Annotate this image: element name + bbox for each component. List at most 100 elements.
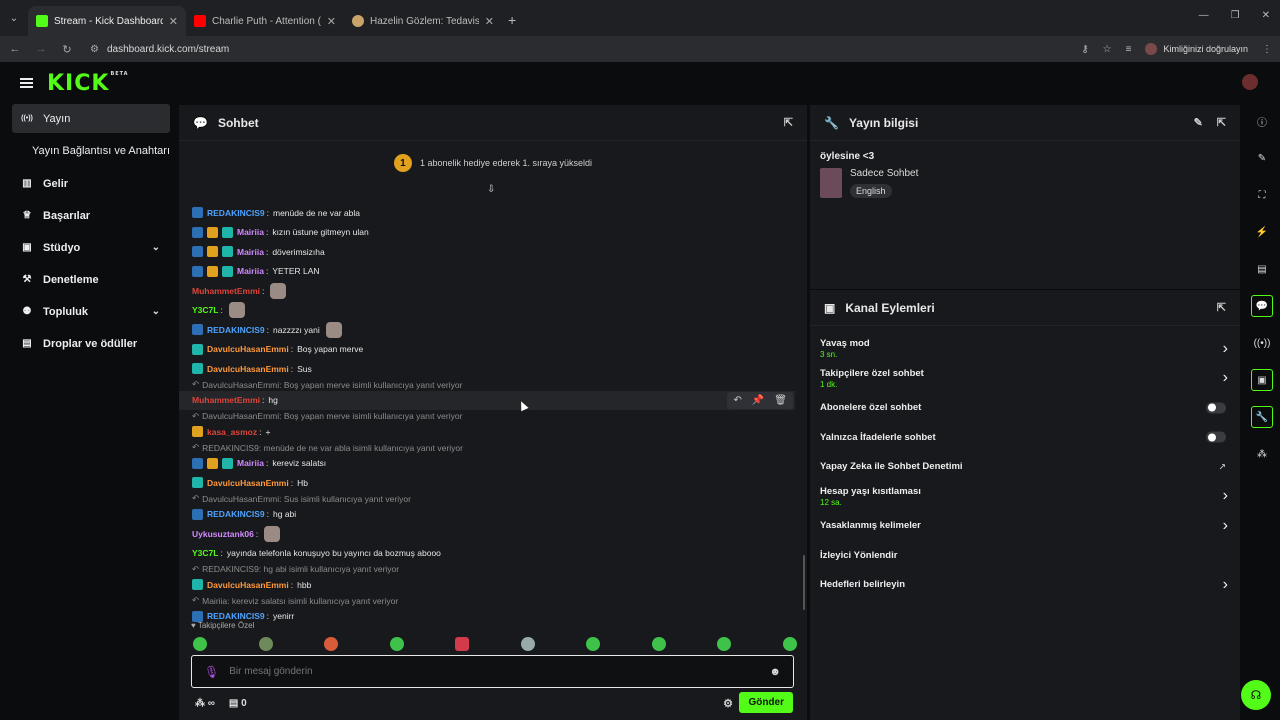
chat-message[interactable]: Mairiia: kereviz salatsı xyxy=(191,454,791,474)
sidebar-item-droplar[interactable]: ▤ Droplar ve ödüller xyxy=(12,329,170,358)
channel-action-row[interactable]: Yasaklanmış kelimeler › xyxy=(810,511,1240,541)
chat-message[interactable]: REDAKINCIS9: nazzzzı yani xyxy=(191,320,791,340)
sidebar-item-gelir[interactable]: ▥ Gelir xyxy=(12,169,170,198)
pin-icon[interactable]: 📌 xyxy=(752,395,764,406)
chat-username[interactable]: REDAKINCIS9 xyxy=(207,325,265,335)
popout-icon[interactable]: ⇱ xyxy=(1217,116,1226,129)
chat-username[interactable]: Mairiia xyxy=(237,458,264,468)
chat-username[interactable]: MuhammetEmmi xyxy=(192,395,260,405)
chat-username[interactable]: kasa_asmoz xyxy=(207,427,257,437)
chat-username[interactable]: Uykusuztank06 xyxy=(192,529,254,539)
chevron-right-icon[interactable]: › xyxy=(1223,340,1228,358)
sidebar-item-yayin[interactable]: ((•)) Yayın xyxy=(12,104,170,133)
chat-username[interactable]: DavulcuHasanEmmi xyxy=(207,364,289,374)
share-icon[interactable]: ⁂ xyxy=(1251,443,1273,465)
channel-action-row[interactable]: Hedefleri belirleyin › xyxy=(810,570,1240,600)
profile-button[interactable]: Kimliğinizi doğrulayın xyxy=(1145,43,1248,55)
channel-action-row[interactable]: Yapay Zeka ile Sohbet Denetimi ↗ xyxy=(810,452,1240,482)
channel-action-row[interactable]: Yalnızca İfadelerle sohbet xyxy=(810,423,1240,453)
minimize-icon[interactable]: — xyxy=(1199,10,1209,21)
toggle-switch[interactable] xyxy=(1206,431,1226,443)
chat-username[interactable]: Mairiia xyxy=(237,266,264,276)
url-field[interactable]: ⚙ dashboard.kick.com/stream xyxy=(90,44,1069,55)
user-avatar[interactable] xyxy=(1242,74,1258,90)
chat-settings-icon[interactable]: ⚙ xyxy=(723,697,733,710)
chat-scrollbar[interactable] xyxy=(803,555,805,610)
close-tab-icon[interactable]: ✕ xyxy=(327,15,336,28)
support-headset-icon[interactable]: ☊ xyxy=(1241,680,1271,710)
emote-button[interactable] xyxy=(586,637,601,651)
chevron-right-icon[interactable]: › xyxy=(1223,369,1228,387)
chat-username[interactable]: Mairiia xyxy=(237,227,264,237)
site-info-icon[interactable]: ⚙ xyxy=(90,44,99,55)
maximize-icon[interactable]: ❐ xyxy=(1231,10,1240,21)
chat-message[interactable]: Y3C7L: yayında telefonla konuşuyo bu yayı… xyxy=(191,544,791,564)
popout-icon[interactable]: ⇱ xyxy=(784,116,793,129)
browser-tab-youtube[interactable]: Charlie Puth - Attention (Lyrics ✕ xyxy=(186,6,344,36)
chat-message[interactable]: Mairiia: YETER LAN xyxy=(191,262,791,282)
chat-username[interactable]: MuhammetEmmi xyxy=(192,286,260,296)
new-tab-icon[interactable]: + xyxy=(508,12,516,28)
emote-button[interactable] xyxy=(782,637,797,651)
browser-tab-hazel[interactable]: Hazelin Gözlem: Tedavisi ✕ xyxy=(344,6,502,36)
channel-action-row[interactable]: Abonelere özel sohbet xyxy=(810,393,1240,423)
emote-button[interactable] xyxy=(651,637,666,651)
chat-username[interactable]: Mairiia xyxy=(237,247,264,257)
sidebar-item-basarilar[interactable]: ♕ Başarılar xyxy=(12,201,170,230)
chat-username[interactable]: Y3C7L xyxy=(192,305,218,315)
scroll-down-icon[interactable]: ⇩ xyxy=(487,184,495,195)
emote-button[interactable] xyxy=(455,637,470,651)
broadcast-toggle-icon[interactable]: ((•)) xyxy=(1251,332,1273,354)
forward-icon[interactable]: → xyxy=(34,43,48,55)
sidebar-item-denetleme[interactable]: ⚒ Denetleme xyxy=(12,265,170,294)
password-key-icon[interactable]: ⚷ xyxy=(1081,44,1088,55)
chat-message-input[interactable] xyxy=(229,666,760,677)
chevron-right-icon[interactable]: › xyxy=(1223,576,1228,594)
popout-icon[interactable]: ⇱ xyxy=(1217,301,1226,314)
chat-username[interactable]: REDAKINCIS9 xyxy=(207,208,265,218)
lightning-icon[interactable]: ⚡ xyxy=(1251,221,1273,243)
send-button[interactable]: Gönder xyxy=(739,692,793,713)
hamburger-menu-icon[interactable] xyxy=(20,78,33,88)
info-icon[interactable]: ⓘ xyxy=(1251,110,1273,132)
chat-message[interactable]: REDAKINCIS9: menüde de ne var abla xyxy=(191,203,791,223)
chat-toggle-icon[interactable]: 💬 xyxy=(1251,295,1273,317)
sidebar-item-studyo[interactable]: ▣ Stüdyo ⌄ xyxy=(12,233,170,262)
store-toggle-icon[interactable]: ▣ xyxy=(1251,369,1273,391)
reload-icon[interactable]: ↻ xyxy=(60,43,74,56)
chat-message[interactable]: MuhammetEmmi: hg ↶ 📌 🗑 xyxy=(179,390,795,410)
chat-message[interactable]: REDAKINCIS9: yenirr xyxy=(191,607,791,627)
reply-icon[interactable]: ↶ xyxy=(733,395,741,406)
channel-action-row[interactable]: İzleyici Yönlendir xyxy=(810,541,1240,571)
emote-button[interactable] xyxy=(324,637,339,651)
tab-search-icon[interactable]: ⌄ xyxy=(0,4,28,32)
browser-menu-icon[interactable]: ⋮ xyxy=(1262,44,1272,55)
gift-counter[interactable]: ▤ 0 xyxy=(229,698,247,709)
reading-list-icon[interactable]: ≡ xyxy=(1126,44,1132,55)
chat-message[interactable]: Uykusuztank06: xyxy=(191,524,791,544)
close-tab-icon[interactable]: ✕ xyxy=(169,15,178,28)
external-link-icon[interactable]: ↗ xyxy=(1218,461,1226,472)
document-icon[interactable]: ▤ xyxy=(1251,258,1273,280)
back-icon[interactable]: ← xyxy=(8,43,22,55)
chat-message[interactable]: Mairiia: kızın üstune gitmeyn ulan xyxy=(191,223,791,243)
emote-button[interactable] xyxy=(258,637,273,651)
close-tab-icon[interactable]: ✕ xyxy=(485,15,494,28)
chat-message[interactable]: MuhammetEmmi: xyxy=(191,281,791,301)
fullscreen-icon[interactable]: ⛶ xyxy=(1251,184,1273,206)
wrench-toggle-icon[interactable]: 🔧 xyxy=(1251,406,1273,428)
sidebar-item-topluluk[interactable]: ⚉ Topluluk ⌄ xyxy=(12,297,170,326)
sidebar-item-stream-key[interactable]: Yayın Bağlantısı ve Anahtarı xyxy=(12,136,170,166)
edit-pencil-icon[interactable]: ✎ xyxy=(1194,116,1203,129)
emote-button[interactable] xyxy=(717,637,732,651)
chat-message[interactable]: Y3C7L: xyxy=(191,301,791,321)
channel-action-row[interactable]: Takipçilere özel sohbet 1 dk. › xyxy=(810,364,1240,394)
emote-button[interactable] xyxy=(193,637,207,651)
delete-icon[interactable]: 🗑 xyxy=(774,395,787,406)
chat-username[interactable]: REDAKINCIS9 xyxy=(207,611,265,621)
chat-username[interactable]: DavulcuHasanEmmi xyxy=(207,478,289,488)
chat-username[interactable]: REDAKINCIS9 xyxy=(207,509,265,519)
chat-message[interactable]: Mairiia: döverimsizıha xyxy=(191,242,791,262)
chat-message[interactable]: DavulcuHasanEmmi: Sus xyxy=(191,359,791,379)
chevron-right-icon[interactable]: › xyxy=(1223,487,1228,505)
